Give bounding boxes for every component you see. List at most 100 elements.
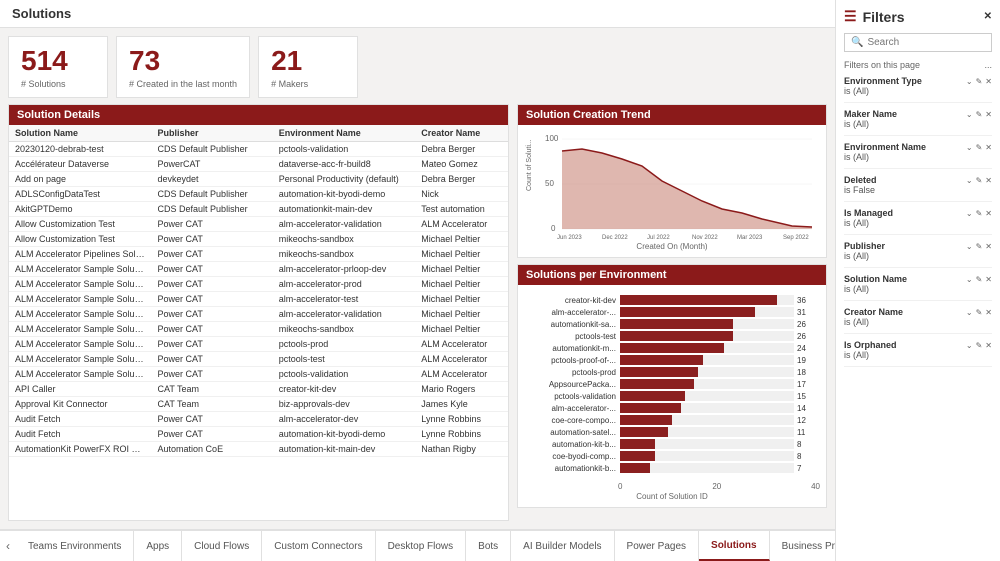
filter-item-header: Maker Name ⌄ ✎ ✕ [844, 109, 992, 119]
close-icon[interactable]: ✕ [985, 143, 992, 152]
table-cell: ALM Accelerator Sample Solution [9, 277, 152, 292]
chevron-down-icon[interactable]: ⌄ [966, 176, 973, 185]
bar-fill [620, 319, 733, 329]
table-cell: ALM Accelerator Sample Solution [9, 367, 152, 382]
search-input[interactable] [867, 37, 999, 48]
table-row[interactable]: Allow Customization TestPower CATmikeoch… [9, 232, 508, 247]
tab-teams-environments[interactable]: Teams Environments [16, 531, 134, 561]
close-icon[interactable]: ✕ [985, 209, 992, 218]
tab-solutions[interactable]: Solutions [699, 531, 770, 561]
solution-details-table-container[interactable]: Solution Name Publisher Environment Name… [9, 125, 508, 520]
tab-apps[interactable]: Apps [134, 531, 182, 561]
table-cell: Lynne Robbins [415, 412, 508, 427]
table-cell: Debra Berger [415, 142, 508, 157]
table-cell: Power CAT [152, 247, 273, 262]
close-icon[interactable]: ✕ [985, 176, 992, 185]
table-row[interactable]: Add on pagedevkeydetPersonal Productivit… [9, 172, 508, 187]
chevron-down-icon[interactable]: ⌄ [966, 275, 973, 284]
close-icon[interactable]: ✕ [985, 341, 992, 350]
edit-icon[interactable]: ✎ [976, 308, 983, 317]
table-row[interactable]: ALM Accelerator Sample SolutionPower CAT… [9, 322, 508, 337]
bar-fill [620, 295, 777, 305]
chevron-down-icon[interactable]: ⌄ [966, 143, 973, 152]
table-row[interactable]: ALM Accelerator Sample SolutionPower CAT… [9, 262, 508, 277]
filter-item-value: is (All) [844, 119, 992, 129]
col-environment-name: Environment Name [273, 125, 416, 142]
filter-item-header: Is Orphaned ⌄ ✎ ✕ [844, 340, 992, 350]
tab-bots[interactable]: Bots [466, 531, 511, 561]
edit-icon[interactable]: ✎ [976, 143, 983, 152]
tab-power-pages[interactable]: Power Pages [615, 531, 699, 561]
table-row[interactable]: ALM Accelerator Pipelines SolutionPower … [9, 247, 508, 262]
close-icon[interactable]: ✕ [985, 242, 992, 251]
tab-desktop-flows[interactable]: Desktop Flows [376, 531, 467, 561]
table-cell: CAT Team [152, 397, 273, 412]
table-row[interactable]: Audit FetchPower CATalm-accelerator-devL… [9, 412, 508, 427]
table-row[interactable]: ALM Accelerator Sample SolutionPower CAT… [9, 367, 508, 382]
table-cell: Power CAT [152, 277, 273, 292]
tab-prev-arrow[interactable]: ‹ [0, 531, 16, 561]
edit-icon[interactable]: ✎ [976, 341, 983, 350]
search-box[interactable]: 🔍 [844, 33, 992, 52]
bar-row: automationkit-sa... 26 [530, 319, 814, 329]
chevron-down-icon[interactable]: ⌄ [966, 341, 973, 350]
table-row[interactable]: AutomationKit PowerFX ROI CalculatorAuto… [9, 442, 508, 457]
edit-icon[interactable]: ✎ [976, 242, 983, 251]
metric-value: 73 [129, 45, 237, 77]
tab-cloud-flows[interactable]: Cloud Flows [182, 531, 262, 561]
table-row[interactable]: Approval Kit ConnectorCAT Teambiz-approv… [9, 397, 508, 412]
chevron-down-icon[interactable]: ⌄ [966, 77, 973, 86]
chevron-down-icon[interactable]: ⌄ [966, 242, 973, 251]
table-row[interactable]: Accélérateur DataversePowerCATdataverse-… [9, 157, 508, 172]
edit-icon[interactable]: ✎ [976, 110, 983, 119]
bar-fill [620, 463, 650, 473]
table-row[interactable]: Audit FetchPower CATautomation-kit-byodi… [9, 427, 508, 442]
chevron-down-icon[interactable]: ⌄ [966, 110, 973, 119]
sidebar-close-icon[interactable]: ✕ [984, 11, 992, 22]
filter-item-value: is (All) [844, 218, 992, 228]
table-row[interactable]: 20230120-debrab-testCDS Default Publishe… [9, 142, 508, 157]
table-cell: ALM Accelerator [415, 352, 508, 367]
table-row[interactable]: API CallerCAT Teamcreator-kit-devMario R… [9, 382, 508, 397]
close-icon[interactable]: ✕ [985, 308, 992, 317]
table-cell: Accélérateur Dataverse [9, 157, 152, 172]
close-icon[interactable]: ✕ [985, 77, 992, 86]
svg-text:Jun 2023: Jun 2023 [557, 235, 582, 241]
tab-custom-connectors[interactable]: Custom Connectors [262, 531, 375, 561]
edit-icon[interactable]: ✎ [976, 176, 983, 185]
filter-item-icons: ⌄ ✎ ✕ [966, 242, 992, 251]
table-row[interactable]: ALM Accelerator Sample SolutionPower CAT… [9, 277, 508, 292]
page-title: Solutions [12, 6, 71, 21]
table-cell: alm-accelerator-prod [273, 277, 416, 292]
bar-value: 15 [794, 392, 814, 401]
chevron-down-icon[interactable]: ⌄ [966, 308, 973, 317]
table-cell: CDS Default Publisher [152, 187, 273, 202]
table-row[interactable]: ALM Accelerator Sample SolutionPower CAT… [9, 307, 508, 322]
table-cell: dataverse-acc-fr-build8 [273, 157, 416, 172]
tab-business-process-flows[interactable]: Business Process Flows [770, 531, 835, 561]
table-row[interactable]: ALM Accelerator Sample SolutionPower CAT… [9, 292, 508, 307]
edit-icon[interactable]: ✎ [976, 275, 983, 284]
table-cell: ADLSConfigDataTest [9, 187, 152, 202]
edit-icon[interactable]: ✎ [976, 77, 983, 86]
table-cell: Power CAT [152, 322, 273, 337]
bar-value: 7 [794, 464, 814, 473]
table-row[interactable]: ALM Accelerator Sample SolutionPower CAT… [9, 352, 508, 367]
col-publisher: Publisher [152, 125, 273, 142]
bar-track [620, 367, 794, 377]
filter-item-label: Solution Name [844, 274, 907, 284]
table-row[interactable]: AkitGPTDemoCDS Default Publisherautomati… [9, 202, 508, 217]
tab-ai-builder-models[interactable]: AI Builder Models [511, 531, 614, 561]
edit-icon[interactable]: ✎ [976, 209, 983, 218]
table-row[interactable]: ADLSConfigDataTestCDS Default Publishera… [9, 187, 508, 202]
table-row[interactable]: Allow Customization TestPower CATalm-acc… [9, 217, 508, 232]
solution-details-table: Solution Name Publisher Environment Name… [9, 125, 508, 457]
chevron-down-icon[interactable]: ⌄ [966, 209, 973, 218]
table-row[interactable]: ALM Accelerator Sample SolutionPower CAT… [9, 337, 508, 352]
close-icon[interactable]: ✕ [985, 110, 992, 119]
bar-label: creator-kit-dev [530, 296, 620, 305]
close-icon[interactable]: ✕ [985, 275, 992, 284]
table-cell: Lynne Robbins [415, 427, 508, 442]
filter-item-label: Maker Name [844, 109, 897, 119]
table-cell: ALM Accelerator Sample Solution [9, 292, 152, 307]
